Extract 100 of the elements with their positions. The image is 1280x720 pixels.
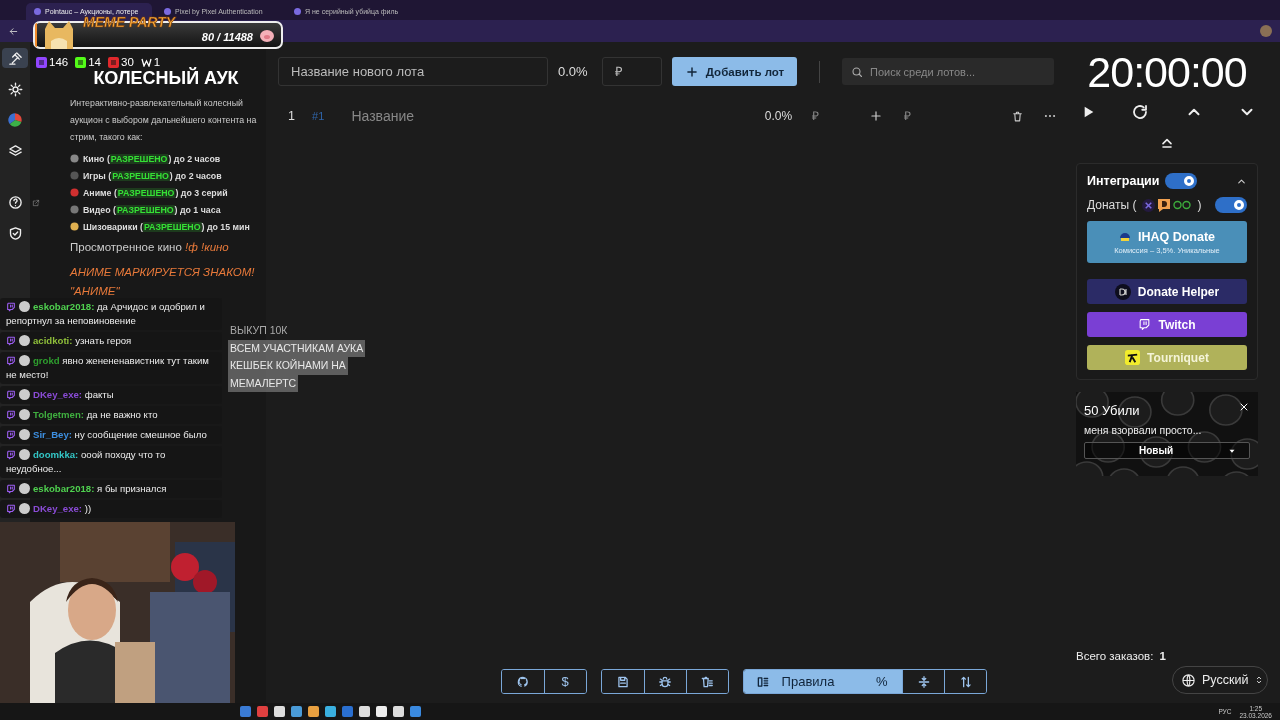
toolbar-button[interactable]: Правила (743, 670, 861, 693)
twitch-icon (6, 450, 16, 460)
search-field[interactable]: Поиск среди лотов... (842, 58, 1054, 85)
panel-title: КОЛЕСНЫЙ АУК (92, 68, 240, 88)
twitch-icon (6, 410, 16, 420)
viewer-count: 146 (49, 56, 69, 68)
percent-text: 0.0% (558, 64, 589, 79)
platform-icon (36, 56, 47, 68)
lot-name-field[interactable]: Название (351, 108, 765, 124)
add-lot-button[interactable]: Добавить лот (672, 57, 797, 86)
rule-text: Игры (РАЗРЕШЕНО) до 2 часов (83, 170, 222, 181)
taskbar-icon[interactable] (308, 706, 319, 717)
platform-icon (108, 56, 119, 68)
avatar-icon (19, 355, 30, 366)
bug-icon (658, 674, 673, 689)
orders-label: Всего заказов: (1076, 650, 1154, 662)
circle-logo-icon (1114, 283, 1131, 300)
viewer-count: 14 (88, 56, 101, 68)
avatar-icon (19, 301, 30, 312)
taskbar-icon[interactable] (325, 706, 336, 717)
trash-icon (1011, 109, 1025, 123)
plus-icon (869, 109, 884, 123)
rule-text: Шизоварики (РАЗРЕШЕНО) до 15 мин (83, 221, 250, 232)
taskbar-icon[interactable] (257, 706, 268, 717)
overlay-text: МЕМАЛЕРТС (228, 374, 299, 392)
notification-title: 50 Убили (1084, 403, 1140, 418)
language-select[interactable]: Русский (1172, 666, 1268, 694)
profile-avatar[interactable] (1260, 25, 1272, 37)
close-icon (1238, 401, 1250, 413)
gavel-icon (7, 50, 23, 66)
avatar-icon (19, 449, 30, 460)
d-logo-icon (1157, 197, 1172, 213)
timer-display: 20:00:00 (1086, 48, 1248, 97)
avatar-icon (19, 429, 30, 440)
sidebar-button[interactable] (2, 48, 28, 68)
search-icon (851, 66, 863, 78)
external-link-icon (32, 199, 40, 207)
avatar-icon (19, 389, 30, 400)
taskbar-icon[interactable] (291, 706, 302, 717)
lot-name-field[interactable]: Название нового лота (278, 57, 548, 86)
w-mark-icon (140, 57, 152, 67)
toolbar-button[interactable] (944, 670, 987, 693)
restart-button[interactable] (1131, 103, 1150, 121)
pie-chart-icon (7, 112, 23, 128)
toolbar-button[interactable] (685, 670, 728, 693)
taskbar-icon[interactable] (393, 706, 404, 717)
twitch-icon (6, 430, 16, 440)
github-icon (515, 674, 530, 689)
amount-field[interactable]: ₽ (801, 109, 867, 123)
toggle-switch[interactable] (1165, 173, 1198, 189)
donations-label: Донаты ( (1087, 198, 1137, 212)
toolbar-button[interactable]: % (860, 670, 903, 693)
extra-amount-field[interactable]: ₽ (893, 109, 964, 123)
status-dropdown[interactable]: Новый (1084, 442, 1250, 459)
taskbar-icon[interactable] (342, 706, 353, 717)
settings-icon (7, 81, 23, 97)
rule-text: Видео (РАЗРЕШЕНО) до 1 часа (83, 204, 221, 215)
description-text: Интерактивно-развлекательный колесный аукцион с выбором дальнейшего контента на стрим, такого как: (70, 97, 258, 144)
viewer-count: 30 (121, 56, 134, 68)
watched-text: Просмотренное кино !ф !кино (70, 241, 230, 253)
plus-icon (684, 64, 699, 79)
taskbar-icon[interactable] (240, 706, 251, 717)
shield-check-icon (7, 225, 23, 241)
taskbar-icon[interactable] (376, 706, 387, 717)
widget-progress: 80 / 11488 (201, 31, 253, 43)
overlay-text: КЕШБЕК КОЙНАМИ НА (228, 357, 348, 375)
donations-label-end: ) (1197, 198, 1202, 212)
avatar-icon (19, 483, 30, 494)
twitch-icon (6, 336, 16, 346)
orders-count: 1 (1159, 650, 1166, 662)
toolbar-button[interactable]: $ (543, 670, 586, 693)
twitch-icon (6, 302, 16, 312)
taskbar-icon[interactable] (359, 706, 370, 717)
platform-icon (75, 56, 87, 68)
lot-id: #1 (312, 110, 326, 122)
toggle-switch[interactable] (1215, 197, 1247, 213)
amount-field[interactable]: ₽ (602, 57, 662, 86)
avatar-icon (19, 503, 30, 514)
eyes-icon (1173, 200, 1192, 210)
taskbar-icon[interactable] (410, 706, 421, 717)
twitch-icon (6, 484, 16, 494)
clear-list-icon (700, 674, 715, 689)
helmet-icon (1118, 230, 1131, 243)
pig-icon (259, 28, 275, 42)
x-logo-icon (1142, 198, 1156, 212)
twitch-icon (6, 356, 16, 366)
notification-message: меня взорвали просто... (1084, 424, 1202, 436)
notice-text: "АНИМЕ" (70, 284, 121, 299)
taskbar-icon[interactable] (274, 706, 285, 717)
layers-icon (7, 143, 23, 159)
service-button[interactable]: Donate Helper (1087, 279, 1247, 304)
figure-icon (1125, 350, 1141, 365)
rule-text: Кино (РАЗРЕШЕНО) до 2 часов (83, 153, 221, 164)
lot-number: 1 (288, 109, 296, 123)
globe-icon (1181, 672, 1196, 688)
sort-icon (958, 674, 973, 689)
columns-icon (755, 674, 770, 689)
service-button[interactable]: Twitch (1087, 312, 1247, 337)
close-button[interactable] (1238, 401, 1250, 413)
help-icon (7, 194, 23, 210)
